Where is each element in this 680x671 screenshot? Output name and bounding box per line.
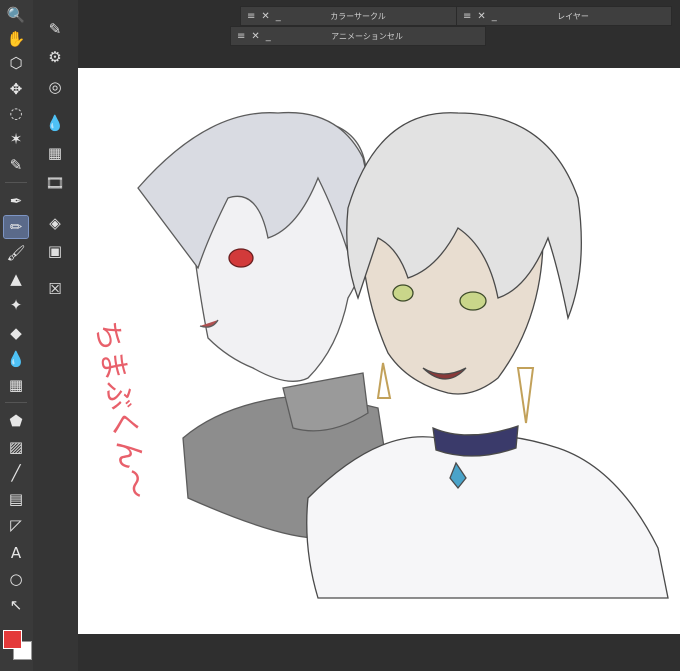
- minimize-icon[interactable]: _: [276, 11, 281, 22]
- line-icon[interactable]: ╱: [4, 462, 28, 484]
- gradient-icon[interactable]: ▨: [4, 436, 28, 458]
- animation-cel-panel[interactable]: ≡ ✕ _ アニメーションセル: [230, 26, 486, 46]
- layer-panel[interactable]: ≡ ✕ _ レイヤー: [456, 6, 672, 26]
- balloon-icon[interactable]: ○: [4, 568, 28, 590]
- sub-tool-palette: ✎ ⚙ ◎ 💧 ▦ 🎞 ◈ ▣ ☒: [33, 0, 79, 671]
- frame-icon[interactable]: ▤: [4, 488, 28, 510]
- menu-icon[interactable]: ≡: [247, 11, 255, 22]
- minimize-icon[interactable]: _: [266, 31, 271, 42]
- color-swatches: [0, 628, 33, 671]
- grid-icon[interactable]: ▦: [4, 374, 28, 396]
- panel-subtool-icon[interactable]: ▣: [42, 240, 68, 262]
- toolbar-divider: [5, 402, 27, 403]
- tool-palette: 🔍 ✋ ⬡ ✥ ◌ ✶ ✎ ✒ ✏ 🖌 ▲ ✦ ◆ 💧 ▦ ⬟ ▨ ╱ ▤ ◸ A ○ ↖: [0, 0, 34, 671]
- toolbar-divider: [5, 182, 27, 183]
- eyedropper-icon[interactable]: ✎: [4, 154, 28, 176]
- panel-title: アニメーションセル: [331, 31, 403, 41]
- move-icon[interactable]: ✥: [4, 78, 28, 100]
- main-color-swatch[interactable]: [3, 630, 22, 649]
- pencil-icon[interactable]: ✏: [3, 215, 29, 239]
- menu-icon[interactable]: ≡: [237, 31, 245, 42]
- panel-title: レイヤー: [557, 11, 589, 21]
- layers-subtool-icon[interactable]: ◈: [42, 212, 68, 234]
- illustration: ちまぶくん〜: [88, 111, 669, 599]
- settings-subtool-icon[interactable]: ⚙: [42, 46, 68, 68]
- material-subtool-icon[interactable]: ▦: [42, 142, 68, 164]
- eraser-icon[interactable]: ◆: [4, 322, 28, 344]
- color-circle-panel[interactable]: ≡ ✕ _ カラーサークル: [240, 6, 458, 26]
- zoom-icon[interactable]: 🔍: [4, 4, 28, 26]
- brush-icon[interactable]: 🖌: [4, 242, 28, 264]
- drawing-canvas[interactable]: ちまぶくん〜: [78, 68, 680, 634]
- drops-subtool-icon[interactable]: 💧: [42, 112, 68, 134]
- close-box-subtool-icon[interactable]: ☒: [42, 278, 68, 300]
- blend-icon[interactable]: 💧: [4, 348, 28, 370]
- handwritten-text: ちまぶくん〜: [88, 318, 154, 501]
- menu-icon[interactable]: ≡: [463, 11, 471, 22]
- target-subtool-icon[interactable]: ◎: [42, 76, 68, 98]
- operation-icon[interactable]: ⬡: [4, 52, 28, 74]
- panel-title: カラーサークル: [330, 11, 386, 21]
- ruler-icon[interactable]: ◸: [4, 514, 28, 536]
- correct-line-icon[interactable]: ↖: [4, 594, 28, 616]
- fill-icon[interactable]: ⬟: [4, 410, 28, 432]
- minimize-icon[interactable]: _: [492, 11, 497, 22]
- text-icon[interactable]: A: [4, 542, 28, 564]
- close-icon[interactable]: ✕: [261, 11, 269, 22]
- hand-icon[interactable]: ✋: [4, 28, 28, 50]
- lasso-select-icon[interactable]: ◌: [4, 102, 28, 124]
- close-icon[interactable]: ✕: [251, 31, 259, 42]
- airbrush-icon[interactable]: ▲: [4, 268, 28, 290]
- auto-select-icon[interactable]: ✶: [4, 128, 28, 150]
- pen-icon[interactable]: ✒: [4, 190, 28, 212]
- close-icon[interactable]: ✕: [477, 11, 485, 22]
- decoration-icon[interactable]: ✦: [4, 294, 28, 316]
- bottom-area: [78, 634, 680, 671]
- front-character: [306, 112, 669, 599]
- pen-subtool-icon[interactable]: ✎: [42, 18, 68, 40]
- film-subtool-icon[interactable]: 🎞: [42, 172, 68, 194]
